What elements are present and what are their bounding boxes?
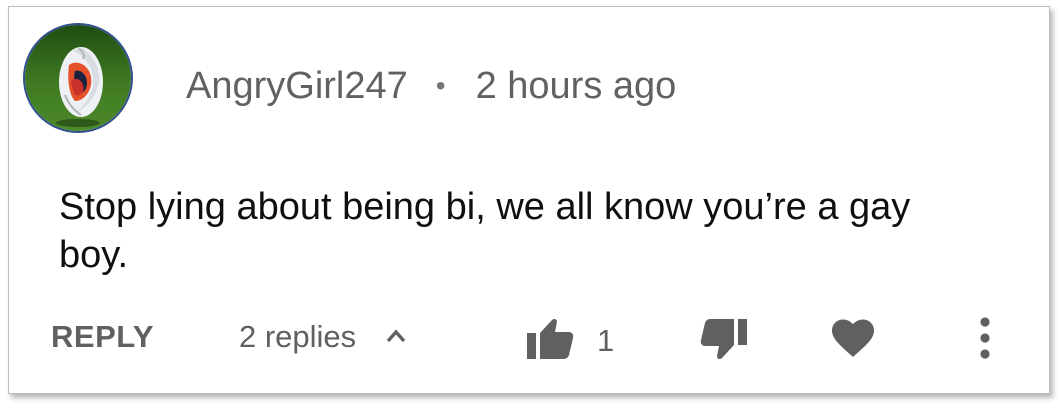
chevron-up-icon (386, 328, 406, 348)
thumbs-down-icon (697, 319, 749, 367)
more-vertical-icon (977, 317, 993, 365)
heart-button[interactable] (831, 319, 875, 364)
comment-text: Stop lying about being bi, we all know y… (59, 186, 911, 276)
comment-card: AngryGirl247 • 2 hours ago Stop lying ab… (8, 6, 1050, 394)
author-name[interactable]: AngryGirl247 (186, 65, 408, 108)
reply-button[interactable]: REPLY (51, 319, 154, 355)
avatar[interactable] (23, 23, 133, 133)
soccer-ball-avatar-image (25, 25, 131, 131)
timestamp[interactable]: 2 hours ago (476, 65, 677, 108)
comment-actions: REPLY 2 replies 1 (9, 307, 1049, 369)
like-count: 1 (597, 322, 615, 358)
thumbs-up-icon (525, 315, 577, 366)
separator-dot: • (435, 70, 446, 101)
heart-icon (831, 319, 875, 363)
comment-header: AngryGirl247 • 2 hours ago (186, 61, 676, 111)
replies-toggle[interactable]: 2 replies (239, 319, 406, 355)
dislike-button[interactable] (697, 317, 749, 368)
like-button[interactable]: 1 (525, 315, 614, 366)
replies-label: 2 replies (239, 319, 357, 354)
more-options-button[interactable] (977, 315, 993, 366)
